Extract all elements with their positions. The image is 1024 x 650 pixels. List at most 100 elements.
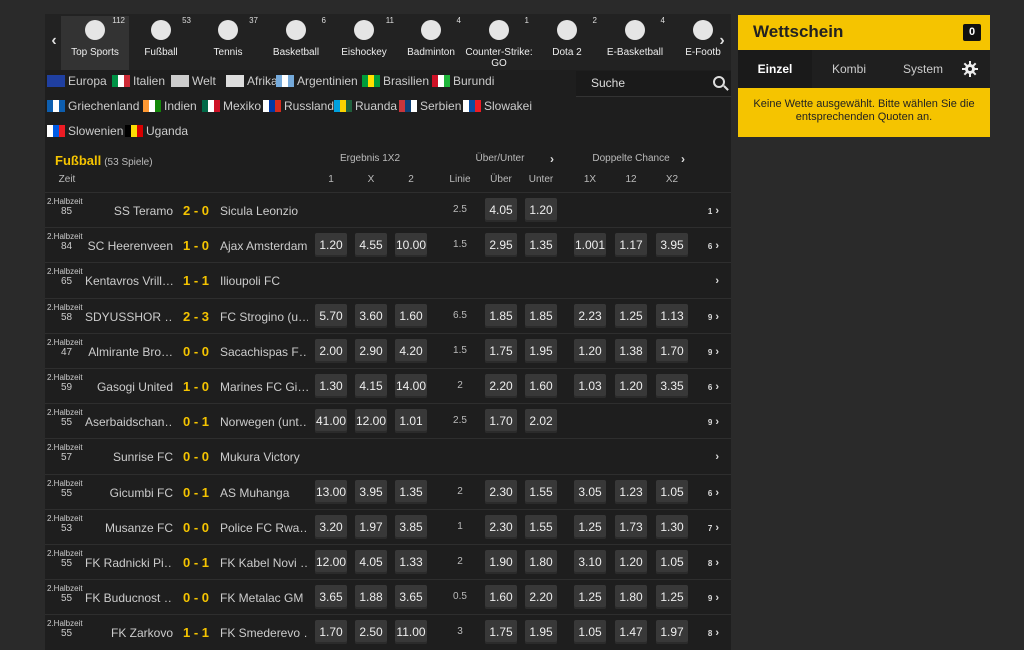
header-double-chance[interactable]: Doppelte Chance	[585, 153, 677, 164]
home-team[interactable]: SC Heerenveen	[85, 239, 173, 253]
odd-button-ox[interactable]: 1.88	[355, 585, 387, 610]
odd-button-dx2[interactable]: 1.30	[656, 514, 688, 539]
odd-button-d12[interactable]: 1.38	[615, 338, 647, 363]
match-row[interactable]: 2.Halbzeit 84 SC Heerenveen 1 - 0 Ajax Amste…	[45, 227, 731, 262]
sport-tab-soccer-ball[interactable]: 53 Fußball	[127, 16, 195, 70]
odd-button-ox[interactable]: 3.95	[355, 479, 387, 504]
over-under-chevron-icon[interactable]: ›	[545, 152, 559, 166]
match-row[interactable]: 2.Halbzeit 57 Sunrise FC 0 - 0 Mukura Victor…	[45, 438, 731, 473]
match-row[interactable]: 2.Halbzeit 55 Aserbaidschan… 0 - 1 Norwegen …	[45, 403, 731, 438]
odd-button-dx2[interactable]: 1.25	[656, 585, 688, 610]
odd-button-over[interactable]: 1.90	[485, 550, 517, 574]
country-filter-item[interactable]: Afrika	[226, 74, 278, 88]
scroll-right-arrow-icon[interactable]: ›	[715, 32, 729, 50]
odd-button-d12[interactable]: 1.25	[615, 303, 647, 328]
odd-button-d12[interactable]: 1.80	[615, 585, 647, 610]
odd-button-dx2[interactable]: 1.97	[656, 620, 688, 645]
home-team[interactable]: FK Zarkovo	[85, 626, 173, 640]
home-team[interactable]: Kentavros Vrill…	[85, 274, 173, 288]
odd-button-over[interactable]: 1.75	[485, 338, 517, 363]
match-row[interactable]: 2.Halbzeit 59 Gasogi United 1 - 0 Marines FC…	[45, 368, 731, 403]
match-row[interactable]: 2.Halbzeit 53 Musanze FC 0 - 0 Police FC Rwa…	[45, 508, 731, 544]
odd-button-d1x[interactable]: 1.05	[574, 620, 606, 645]
gear-icon[interactable]	[962, 61, 978, 77]
more-markets-link[interactable]: 6 ›	[708, 240, 719, 252]
odd-button-ox[interactable]: 4.15	[355, 374, 387, 398]
odd-button-over[interactable]: 1.85	[485, 303, 517, 328]
country-filter-item[interactable]: Burundi	[432, 74, 494, 88]
match-row[interactable]: 2.Halbzeit 55 Gicumbi FC 0 - 1 AS Muhanga 2 13…	[45, 473, 731, 509]
odd-button-under[interactable]: 1.20	[525, 198, 557, 222]
home-team[interactable]: Musanze FC	[85, 521, 173, 535]
odd-button-over[interactable]: 1.75	[485, 620, 517, 645]
country-filter-item[interactable]: Italien	[112, 74, 165, 88]
sport-tab-tennis-ball[interactable]: 37 Tennis	[194, 16, 262, 70]
odd-button-over[interactable]: 2.30	[485, 514, 517, 539]
odd-button-d12[interactable]: 1.17	[615, 233, 647, 258]
odd-button-o2[interactable]: 1.35	[395, 479, 427, 504]
odd-button-ox[interactable]: 12.00	[355, 409, 387, 434]
odd-button-under[interactable]: 2.20	[525, 585, 557, 610]
more-markets-link[interactable]: 8 ›	[708, 627, 719, 639]
country-filter-item[interactable]: Mexiko	[202, 99, 261, 113]
odd-button-over[interactable]: 1.70	[485, 409, 517, 434]
country-filter-item[interactable]: Russland	[263, 99, 334, 113]
country-filter-item[interactable]: Serbien	[399, 99, 461, 113]
odd-button-d12[interactable]: 1.47	[615, 620, 647, 645]
more-markets-link[interactable]: 8 ›	[708, 557, 719, 569]
home-team[interactable]: Sunrise FC	[85, 450, 173, 464]
home-team[interactable]: Almirante Bro…	[85, 345, 173, 359]
odd-button-o2[interactable]: 1.01	[395, 409, 427, 434]
odd-button-d1x[interactable]: 1.03	[574, 374, 606, 398]
odd-button-o1[interactable]: 3.65	[315, 585, 347, 610]
match-row[interactable]: 2.Halbzeit 55 FK Zarkovo 1 - 1 FK Smederevo …	[45, 614, 731, 649]
odd-button-over[interactable]: 2.30	[485, 479, 517, 504]
odd-button-o1[interactable]: 1.20	[315, 233, 347, 258]
odd-button-o1[interactable]: 2.00	[315, 338, 347, 363]
odd-button-o2[interactable]: 4.20	[395, 338, 427, 363]
odd-button-o2[interactable]: 14.00	[395, 374, 427, 398]
search-icon[interactable]	[713, 76, 725, 88]
odd-button-d1x[interactable]: 1.20	[574, 338, 606, 363]
home-team[interactable]: SDYUSSHOR …	[85, 310, 173, 324]
home-team[interactable]: Gasogi United	[85, 380, 173, 394]
odd-button-o2[interactable]: 11.00	[395, 620, 427, 645]
away-team[interactable]: Ajax Amsterdam	[220, 239, 308, 253]
away-team[interactable]: Norwegen (unt…	[220, 415, 308, 429]
odd-button-o1[interactable]: 12.00	[315, 550, 347, 574]
odd-button-dx2[interactable]: 3.35	[656, 374, 688, 398]
match-row[interactable]: 2.Halbzeit 55 FK Radnicki Pi… 0 - 1 FK Kabel…	[45, 544, 731, 579]
odd-button-ox[interactable]: 4.55	[355, 233, 387, 258]
odd-button-o1[interactable]: 5.70	[315, 303, 347, 328]
odd-button-o1[interactable]: 13.00	[315, 479, 347, 504]
odd-button-dx2[interactable]: 1.13	[656, 303, 688, 328]
odd-button-under[interactable]: 1.55	[525, 479, 557, 504]
home-team[interactable]: Aserbaidschan…	[85, 415, 173, 429]
away-team[interactable]: FC Strogino (u…	[220, 310, 308, 324]
tab-kombi[interactable]: Kombi	[812, 50, 886, 88]
country-filter-item[interactable]: Slowenien	[47, 124, 123, 138]
odd-button-d12[interactable]: 1.20	[615, 550, 647, 574]
odd-button-o1[interactable]: 3.20	[315, 514, 347, 539]
away-team[interactable]: Sacachispas F…	[220, 345, 308, 359]
more-markets-link[interactable]: 9 ›	[708, 416, 719, 428]
match-row[interactable]: 2.Halbzeit 85 SS Teramo 2 - 0 Sicula Leonzio…	[45, 192, 731, 227]
more-markets-link[interactable]: 9 ›	[708, 346, 719, 358]
odd-button-under[interactable]: 1.55	[525, 514, 557, 539]
odd-button-d1x[interactable]: 2.23	[574, 303, 606, 328]
double-chance-chevron-icon[interactable]: ›	[676, 152, 690, 166]
country-filter-item[interactable]: Europa	[47, 74, 107, 88]
home-team[interactable]: FK Buducnost …	[85, 591, 173, 605]
country-filter-item[interactable]: Griechenland	[47, 99, 139, 113]
home-team[interactable]: Gicumbi FC	[85, 486, 173, 500]
away-team[interactable]: Ilioupoli FC	[220, 274, 308, 288]
odd-button-o2[interactable]: 1.60	[395, 303, 427, 328]
odd-button-d1x[interactable]: 1.001	[574, 233, 606, 258]
odd-button-o2[interactable]: 3.65	[395, 585, 427, 610]
sport-tab-e-basketball[interactable]: 4 E-Basketball	[601, 16, 669, 70]
odd-button-over[interactable]: 1.60	[485, 585, 517, 610]
more-markets-link[interactable]: ›	[715, 275, 719, 287]
away-team[interactable]: Sicula Leonzio	[220, 204, 308, 218]
match-row[interactable]: 2.Halbzeit 55 FK Buducnost … 0 - 0 FK Metala…	[45, 579, 731, 614]
away-team[interactable]: Mukura Victory	[220, 450, 308, 464]
